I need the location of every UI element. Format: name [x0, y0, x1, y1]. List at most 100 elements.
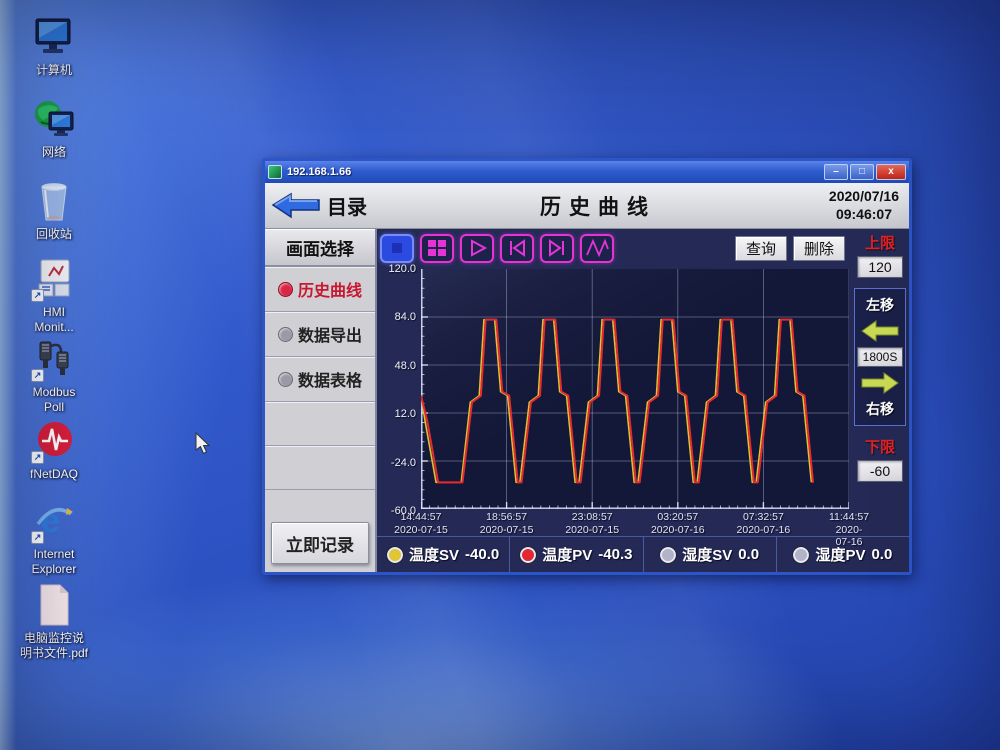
- legend-value: 0.0: [871, 546, 892, 563]
- close-button[interactable]: x: [876, 164, 906, 180]
- legend-item-temp-sv[interactable]: 温度SV -40.0: [377, 537, 510, 572]
- back-button-label: 目录: [327, 191, 367, 220]
- radio-dot-icon: [278, 282, 293, 297]
- sidebar-item-data-export[interactable]: 数据导出: [265, 312, 375, 357]
- back-arrow-icon: [271, 192, 323, 219]
- desktop-icon-label: HMI Monit...: [8, 305, 100, 335]
- screen-select-button[interactable]: 画面选择: [265, 229, 375, 267]
- chart-column: 查询 删除 120.084.048.012.0-24.0-60.0 14:44:…: [377, 229, 851, 536]
- legend-value: -40.3: [598, 546, 632, 563]
- sidebar-item-label: 历史曲线: [298, 277, 362, 301]
- sidebar-item-data-table[interactable]: 数据表格: [265, 357, 375, 402]
- y-tick-label: -24.0: [391, 457, 416, 469]
- desktop-icon-hmi-monitor[interactable]: ↗ HMI Monit...: [8, 256, 100, 335]
- legend-label: 温度SV: [409, 544, 459, 565]
- time-text: 09:46:07: [829, 206, 899, 224]
- record-now-button[interactable]: 立即记录: [271, 522, 369, 564]
- curve-mode-button[interactable]: [580, 234, 614, 263]
- play-icon: [465, 238, 489, 258]
- desktop-icon-pdf-document[interactable]: 电脑监控说 明书文件.pdf: [8, 582, 100, 661]
- shortcut-arrow-icon: ↗: [31, 451, 44, 464]
- desktop-icon-label: Internet Explorer: [8, 547, 100, 577]
- recycle-bin-icon: [31, 178, 77, 224]
- x-axis-labels: 14:44:57 2020-07-1518:56:57 2020-07-1523…: [421, 509, 849, 536]
- stop-icon: [385, 238, 409, 258]
- app-icon: [268, 165, 282, 179]
- legend-label: 湿度SV: [682, 544, 732, 565]
- desktop-icon-label: 电脑监控说 明书文件.pdf: [8, 631, 100, 661]
- legend-value: 0.0: [738, 546, 759, 563]
- move-right-button[interactable]: [860, 372, 900, 394]
- content-row: 查询 删除 120.084.048.012.0-24.0-60.0 14:44:…: [377, 229, 909, 536]
- fnetdaq-icon: ↗: [31, 418, 77, 464]
- shortcut-arrow-icon: ↗: [31, 289, 44, 302]
- desktop-icon-label: 计算机: [8, 63, 100, 78]
- legend-item-temp-pv[interactable]: 温度PV -40.3: [510, 537, 643, 572]
- skip-to-start-button[interactable]: [500, 234, 534, 263]
- waveform-icon: [584, 238, 610, 258]
- window-titlebar[interactable]: 192.168.1.66 – □ x: [265, 161, 909, 183]
- right-panel: 上限 120 左移 1800S: [851, 229, 909, 536]
- trend-plot[interactable]: [421, 269, 849, 509]
- sidebar-empty-row: [265, 446, 375, 490]
- temp-sv-dot-icon: [387, 547, 403, 563]
- lower-limit-value[interactable]: -60: [857, 460, 903, 482]
- desktop-icon-network[interactable]: 网络: [8, 96, 100, 160]
- skip-back-icon: [505, 238, 529, 258]
- chart-toolbar: 查询 删除: [377, 229, 851, 267]
- sidebar-item-history-curve[interactable]: 历史曲线: [265, 267, 375, 312]
- move-right-label: 右移: [866, 399, 894, 419]
- shortcut-arrow-icon: ↗: [31, 531, 44, 544]
- move-left-label: 左移: [866, 295, 894, 315]
- desktop-icon-internet-explorer[interactable]: e ↗ Internet Explorer: [8, 498, 100, 577]
- maximize-button[interactable]: □: [850, 164, 874, 180]
- x-tick-label: 03:20:57 2020-07-16: [651, 511, 705, 536]
- humidity-sv-dot-icon: [660, 547, 676, 563]
- skip-forward-icon: [545, 238, 569, 258]
- lower-limit-wrap: 下限 -60: [857, 436, 903, 482]
- y-tick-label: 120.0: [388, 263, 416, 275]
- sidebar-item-label: 数据导出: [298, 322, 362, 346]
- lower-limit-label: 下限: [865, 436, 895, 457]
- desktop-icon-label: fNetDAQ: [8, 467, 100, 482]
- legend-label: 温度PV: [542, 544, 592, 565]
- minimize-button[interactable]: –: [824, 164, 848, 180]
- internet-explorer-icon: e ↗: [31, 498, 77, 544]
- network-icon: [31, 96, 77, 142]
- upper-limit-value[interactable]: 120: [857, 256, 903, 278]
- query-button[interactable]: 查询: [735, 236, 787, 261]
- temp-pv-dot-icon: [520, 547, 536, 563]
- back-to-menu-button[interactable]: 目录: [271, 191, 367, 220]
- grid-icon: [425, 238, 449, 258]
- computer-icon: [31, 14, 77, 60]
- desktop-icon-label: Modbus Poll: [8, 385, 100, 415]
- skip-to-end-button[interactable]: [540, 234, 574, 263]
- sidebar-spacer: [265, 490, 375, 518]
- x-tick-label: 18:56:57 2020-07-15: [480, 511, 534, 536]
- sidebar-item-label: 数据表格: [298, 367, 362, 391]
- legend-item-humidity-sv[interactable]: 湿度SV 0.0: [644, 537, 777, 572]
- desktop-icon-recycle-bin[interactable]: 回收站: [8, 178, 100, 242]
- y-tick-label: 12.0: [395, 408, 416, 420]
- scroll-panel: 左移 1800S 右移: [854, 288, 906, 426]
- grid-view-button[interactable]: [420, 234, 454, 263]
- desktop-icon-fnetdaq[interactable]: ↗ fNetDAQ: [8, 418, 100, 482]
- desktop-icon-computer[interactable]: 计算机: [8, 14, 100, 78]
- right-arrow-icon: [860, 372, 900, 394]
- date-text: 2020/07/16: [829, 188, 899, 206]
- delete-button[interactable]: 删除: [793, 236, 845, 261]
- hmi-monitor-icon: ↗: [31, 256, 77, 302]
- play-button[interactable]: [460, 234, 494, 263]
- y-tick-label: 84.0: [395, 311, 416, 323]
- trend-chart-svg: [421, 269, 849, 509]
- desktop-icon-label: 网络: [8, 145, 100, 160]
- app-header: 目录 历史曲线 2020/07/16 09:46:07: [265, 183, 909, 229]
- move-left-button[interactable]: [860, 320, 900, 342]
- desktop-icon-label: 回收站: [8, 227, 100, 242]
- left-arrow-icon: [860, 320, 900, 342]
- stop-button[interactable]: [380, 234, 414, 263]
- y-tick-label: 48.0: [395, 360, 416, 372]
- window-title: 192.168.1.66: [287, 166, 822, 178]
- time-interval-value[interactable]: 1800S: [857, 347, 903, 367]
- desktop-icon-modbus-poll[interactable]: ↗ Modbus Poll: [8, 336, 100, 415]
